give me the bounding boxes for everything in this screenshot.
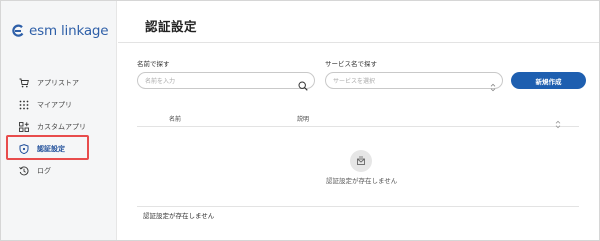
service-select[interactable]: サービスを選択 [325, 72, 503, 92]
search-icon[interactable] [298, 76, 308, 95]
sidebar-item-my-apps[interactable]: マイアプリ [1, 95, 117, 115]
service-select-placeholder: サービスを選択 [333, 78, 376, 85]
active-item-highlight [6, 135, 89, 160]
column-header-description[interactable]: 説明 [297, 114, 309, 123]
main-content: 認証設定 名前で探す 名前を入力 サービス名で探す サービスを選択 新規作成 名… [118, 1, 599, 240]
apps-plus-icon [19, 122, 29, 132]
cart-icon [19, 78, 29, 88]
create-new-button[interactable]: 新規作成 [511, 72, 586, 89]
footer-message: 認証設定が存在しません [143, 212, 215, 220]
table-bottom-divider [137, 206, 579, 207]
logo-text: esm linkage [29, 23, 109, 39]
grid-dots-icon [19, 100, 29, 110]
column-header-name[interactable]: 名前 [169, 114, 181, 123]
sidebar-item-label: アプリストア [37, 79, 79, 87]
sidebar: esm linkage アプリストア マイアプリ カスタムアプリ 認証設定 ログ [1, 1, 117, 240]
create-new-button-label: 新規作成 [535, 77, 562, 86]
sidebar-item-label: マイアプリ [37, 101, 72, 109]
sidebar-item-label: ログ [37, 167, 51, 175]
sidebar-item-app-store[interactable]: アプリストア [1, 73, 117, 93]
app-logo[interactable]: esm linkage [11, 21, 109, 41]
name-search-placeholder: 名前を入力 [145, 78, 176, 85]
service-search-label: サービス名で探す [325, 60, 377, 68]
name-search-input[interactable]: 名前を入力 [137, 72, 315, 91]
select-updown-icon [490, 77, 496, 96]
sidebar-item-custom-apps[interactable]: カスタムアプリ [1, 117, 117, 137]
title-divider [118, 42, 599, 43]
history-icon [19, 166, 29, 176]
empty-state-icon [350, 150, 372, 172]
sort-icon[interactable] [555, 114, 561, 133]
empty-state-message: 認証設定が存在しません [326, 177, 398, 185]
sidebar-item-log[interactable]: ログ [1, 161, 117, 181]
name-search-label: 名前で探す [137, 60, 170, 68]
page-title: 認証設定 [145, 19, 198, 34]
table-header: 名前 説明 [137, 111, 579, 129]
sidebar-item-label: カスタムアプリ [37, 123, 86, 131]
logo-mark-icon [11, 24, 25, 38]
